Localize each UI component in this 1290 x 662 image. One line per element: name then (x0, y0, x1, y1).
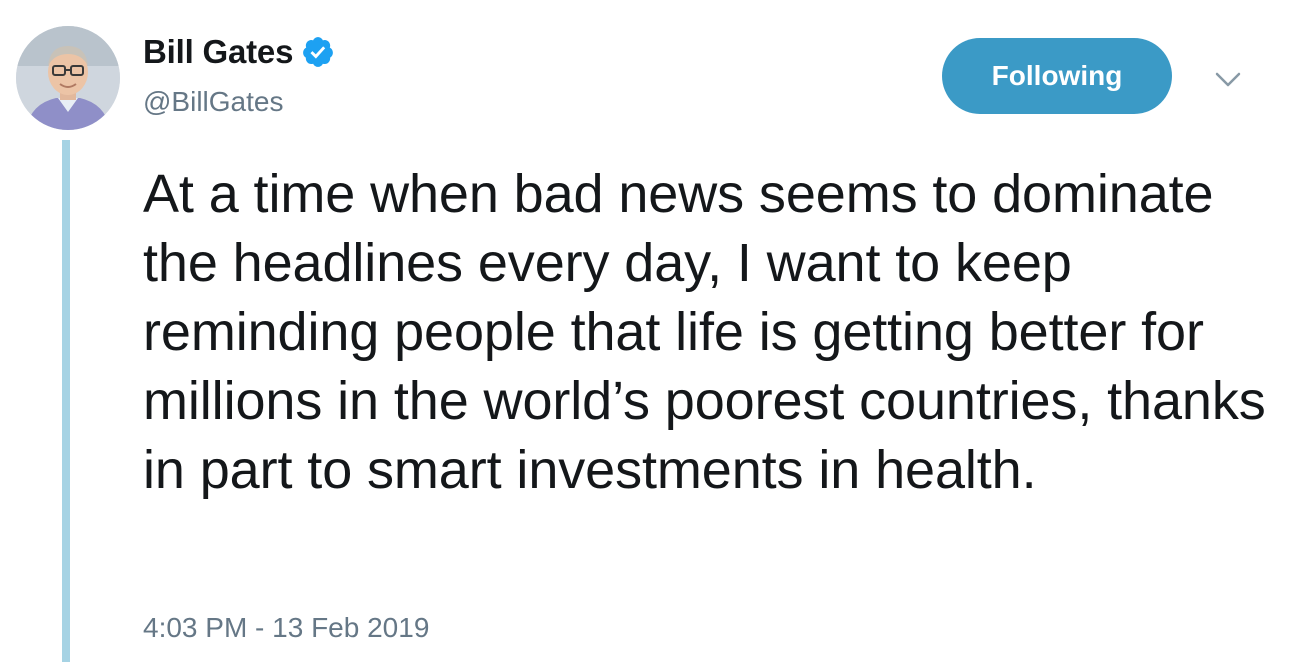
avatar[interactable] (16, 26, 120, 130)
author-handle[interactable]: @BillGates (143, 86, 283, 118)
author-display-name[interactable]: Bill Gates (143, 33, 293, 71)
chevron-down-icon (1215, 72, 1241, 87)
tweet-text: At a time when bad news seems to dominat… (143, 164, 1266, 500)
thread-line (62, 140, 70, 662)
verified-badge-icon (301, 35, 335, 69)
following-button[interactable]: Following (942, 38, 1172, 114)
profile-photo-icon (16, 26, 120, 130)
tweet-timestamp[interactable]: 4:03 PM - 13 Feb 2019 (143, 612, 429, 644)
more-options-button[interactable] (1208, 60, 1248, 100)
tweet-card: Bill Gates @BillGates Following At a tim… (0, 0, 1290, 662)
author-name-row: Bill Gates (143, 30, 335, 74)
